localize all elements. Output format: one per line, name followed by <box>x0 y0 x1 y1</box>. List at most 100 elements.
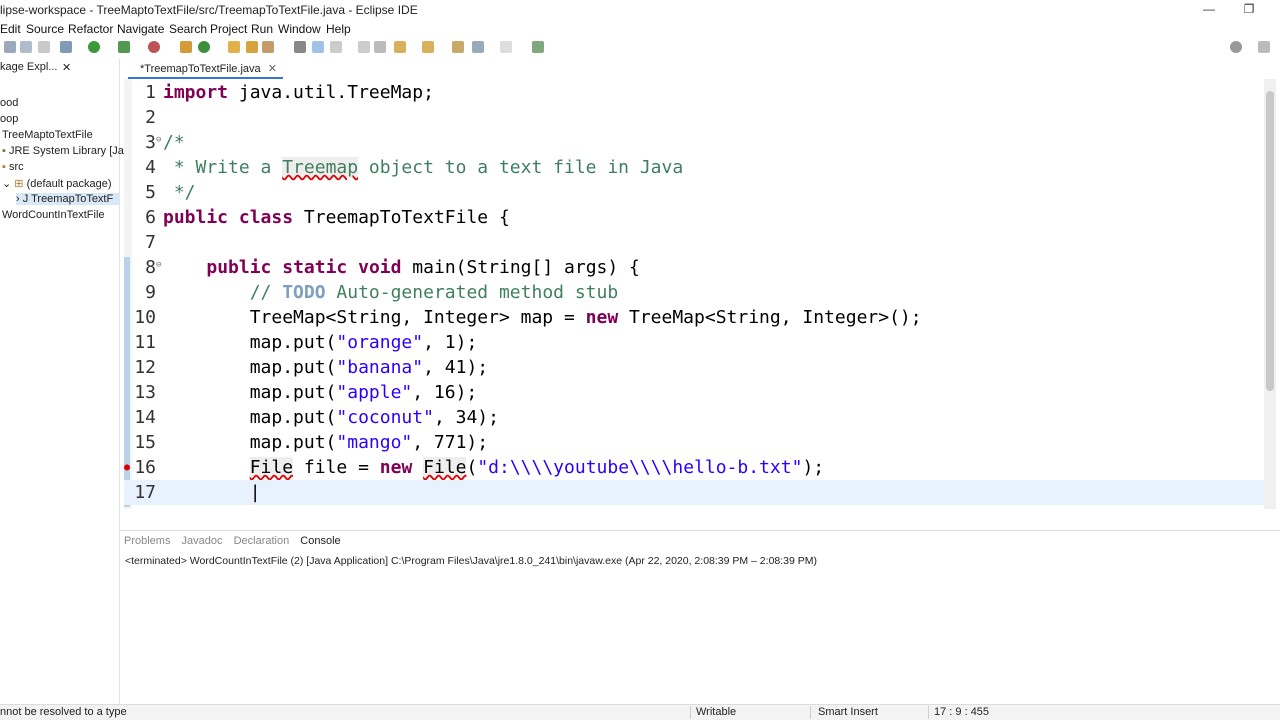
tree-item-label: TreeMaptoTextFile <box>2 129 93 141</box>
block-selection-icon[interactable] <box>330 41 342 53</box>
line-number: 17 <box>134 482 156 503</box>
open-type-icon[interactable] <box>228 41 240 53</box>
back-icon[interactable] <box>472 41 484 53</box>
new-java-project-icon[interactable] <box>180 41 192 53</box>
build-icon[interactable] <box>38 41 50 53</box>
package-explorer-close[interactable]: ✕ <box>62 61 71 74</box>
divider <box>928 706 929 719</box>
tab-javadoc[interactable]: Javadoc <box>182 535 223 547</box>
console-view: Problems Javadoc Declaration Console <te… <box>120 530 1280 704</box>
console-tabs: Problems Javadoc Declaration Console <box>124 535 349 553</box>
minimize-button[interactable]: — <box>1196 2 1222 18</box>
save-icon[interactable] <box>20 41 32 53</box>
menu-edit[interactable]: Edit <box>0 22 21 36</box>
pin-icon[interactable] <box>294 41 306 53</box>
tree-item-src[interactable]: ▪ src <box>2 161 24 173</box>
code-line: 4 * Write a Treemap object to a text fil… <box>124 155 1264 180</box>
line-number: 7 <box>145 232 156 253</box>
code-line: 9 // TODO Auto-generated method stub <box>124 280 1264 305</box>
menu-refactor[interactable]: Refactor <box>68 22 113 36</box>
code-line: 13 map.put("apple", 16); <box>124 380 1264 405</box>
editor-tab[interactable]: *TreemapToTextFile.java ✕ <box>128 59 283 79</box>
fold-icon[interactable]: ⊖ <box>156 255 161 275</box>
new-class-icon[interactable] <box>198 41 210 53</box>
run-icon[interactable] <box>88 41 100 53</box>
previous-annotation-icon[interactable] <box>422 41 434 53</box>
code-line: 1 import java.util.TreeMap; <box>124 80 1264 105</box>
menu-navigate[interactable]: Navigate <box>117 22 164 36</box>
menu-source[interactable]: Source <box>26 22 64 36</box>
tree-item-treemap-file[interactable]: › J TreemapToTextF <box>16 193 120 205</box>
restore-button[interactable]: ❐ <box>1236 2 1262 18</box>
forward-icon[interactable] <box>500 41 512 53</box>
error-icon[interactable]: ● <box>124 455 130 480</box>
line-number: 8 <box>145 257 156 278</box>
menu-help[interactable]: Help <box>326 22 351 36</box>
menu-search[interactable]: Search <box>169 22 207 36</box>
folder-icon: ▪ <box>2 161 9 173</box>
divider <box>690 706 691 719</box>
open-perspective-icon[interactable] <box>532 41 544 53</box>
mark-occurrences-icon[interactable] <box>312 41 324 53</box>
status-bar: nnot be resolved to a type Writable Smar… <box>0 704 1280 720</box>
line-number: 6 <box>145 207 156 228</box>
line-number: 16 <box>134 457 156 478</box>
tab-problems[interactable]: Problems <box>124 535 170 547</box>
menu-bar: Edit Source Refactor Navigate Search Pro… <box>0 20 1280 38</box>
code-line: 14 map.put("coconut", 34); <box>124 405 1264 430</box>
scrollbar-thumb[interactable] <box>1266 91 1274 391</box>
external-tools-icon[interactable] <box>148 41 160 53</box>
editor-vertical-scrollbar[interactable] <box>1264 79 1276 509</box>
last-edit-icon[interactable] <box>452 41 464 53</box>
tree-item-label: (default package) <box>26 178 112 190</box>
tab-console[interactable]: Console <box>300 535 340 547</box>
next-annotation-icon[interactable] <box>394 41 406 53</box>
code-text: public static void main(String[] args) { <box>206 257 640 278</box>
fold-icon[interactable]: ⊖ <box>156 130 161 150</box>
console-terminated-info: <terminated> WordCountInTextFile (2) [Ja… <box>125 555 818 567</box>
divider <box>810 706 811 719</box>
tree-item-ood[interactable]: ood <box>0 97 18 109</box>
coverage-icon[interactable] <box>118 41 130 53</box>
menu-window[interactable]: Window <box>278 22 321 36</box>
menu-project[interactable]: Project <box>210 22 247 36</box>
line-number: 3 <box>145 132 156 153</box>
code-text: File file = new File("d:\\\\youtube\\\\h… <box>249 457 825 478</box>
tree-item-project[interactable]: TreeMaptoTextFile <box>2 129 93 141</box>
code-area[interactable]: 1 import java.util.TreeMap; 2 3 ⊖/* 4 * Wr… <box>124 79 1264 509</box>
code-text: */ <box>163 182 196 203</box>
package-explorer-tab[interactable]: kage Expl... <box>0 61 57 73</box>
chevron-down-icon: ⌄ <box>2 178 15 190</box>
tree-item-wordcount[interactable]: WordCountInTextFile <box>2 209 105 221</box>
main-toolbar <box>0 38 1280 58</box>
new-icon[interactable] <box>4 41 16 53</box>
package-explorer: kage Expl... ✕ ood oop TreeMaptoTextFile… <box>0 59 124 704</box>
code-line: 10 TreeMap<String, Integer> map = new Tr… <box>124 305 1264 330</box>
close-icon[interactable]: ✕ <box>268 63 277 75</box>
java-file-icon: J <box>22 193 32 205</box>
tree-item-label: TreemapToTextF <box>31 193 114 205</box>
java-editor: *TreemapToTextFile.java ✕ 1 import java.u… <box>124 59 1280 525</box>
code-text: map.put("orange", 1); <box>163 332 478 353</box>
menu-run[interactable]: Run <box>251 22 273 36</box>
tab-declaration[interactable]: Declaration <box>234 535 290 547</box>
line-number: 13 <box>134 382 156 403</box>
window-title: lipse-workspace - TreeMaptoTextFile/src/… <box>0 3 418 17</box>
code-line: 12 map.put("banana", 41); <box>124 355 1264 380</box>
perspective-java-icon[interactable] <box>1258 41 1270 53</box>
code-text: map.put("banana", 41); <box>163 357 489 378</box>
search-icon[interactable] <box>1230 41 1242 53</box>
code-line: 11 map.put("orange", 1); <box>124 330 1264 355</box>
tree-item-jre[interactable]: ▪ JRE System Library [Ja <box>2 145 124 157</box>
open-task-icon[interactable] <box>246 41 258 53</box>
code-line-current: 17 | <box>124 480 1264 505</box>
tree-item-label: src <box>8 161 24 173</box>
debug-icon[interactable] <box>60 41 72 53</box>
tree-item-default-package[interactable]: ⌄ ⊞ (default package) <box>2 177 112 190</box>
search-toolbar-icon[interactable] <box>262 41 274 53</box>
line-number: 5 <box>145 182 156 203</box>
code-line: 16 ● File file = new File("d:\\\\youtube\… <box>124 455 1264 480</box>
paragraph-icon[interactable] <box>374 41 386 53</box>
tree-item-oop[interactable]: oop <box>0 113 18 125</box>
show-whitespace-icon[interactable] <box>358 41 370 53</box>
